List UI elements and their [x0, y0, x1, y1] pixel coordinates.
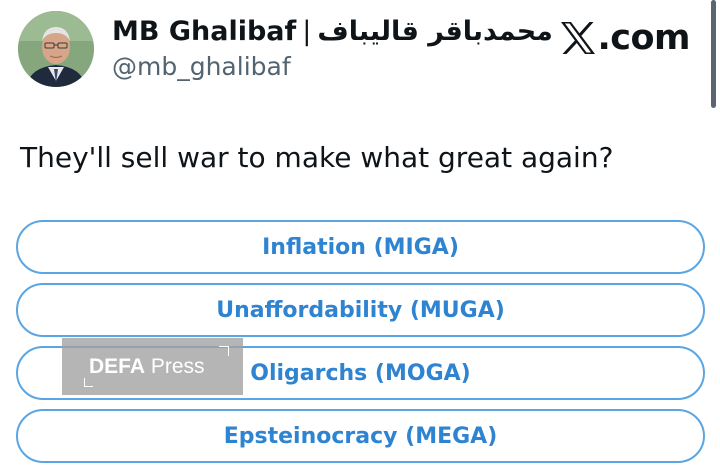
defa-press-watermark: DEFA Press — [62, 338, 243, 395]
poll-option-label: Epsteinocracy (MEGA) — [223, 423, 498, 449]
site-label: .com — [597, 18, 690, 58]
tweet-header: MB Ghalibaf | محمدباقر قالیباف @mb_ghaliba… — [0, 0, 720, 108]
display-name-latin: MB Ghalibaf — [112, 16, 297, 47]
avatar-image — [18, 11, 94, 87]
scrollbar[interactable] — [711, 0, 716, 108]
x-logo-icon — [561, 22, 596, 54]
watermark-corner-bottom-left — [84, 378, 93, 387]
name-separator: | — [302, 16, 312, 47]
user-handle[interactable]: @mb_ghalibaf — [112, 52, 291, 81]
watermark-brand: DEFA — [89, 354, 146, 378]
avatar[interactable] — [18, 11, 94, 87]
poll-option-unaffordability[interactable]: Unaffordability (MUGA) — [16, 283, 705, 337]
poll-option-label: Unaffordability (MUGA) — [216, 297, 505, 323]
display-name-persian: محمدباقر قالیباف — [317, 16, 553, 47]
tweet-text: They'll sell war to make what great agai… — [20, 141, 614, 174]
x-com-branding: .com — [560, 18, 690, 58]
poll-option-label: Inflation (MIGA) — [262, 234, 459, 260]
poll-option-epsteinocracy[interactable]: Epsteinocracy (MEGA) — [16, 409, 705, 463]
poll-option-label: Oligarchs (MOGA) — [250, 360, 471, 386]
poll-option-inflation[interactable]: Inflation (MIGA) — [16, 220, 705, 274]
watermark-text: DEFA Press — [89, 354, 205, 378]
watermark-corner-top-right — [219, 346, 229, 356]
display-name[interactable]: MB Ghalibaf | محمدباقر قالیباف — [112, 16, 553, 47]
